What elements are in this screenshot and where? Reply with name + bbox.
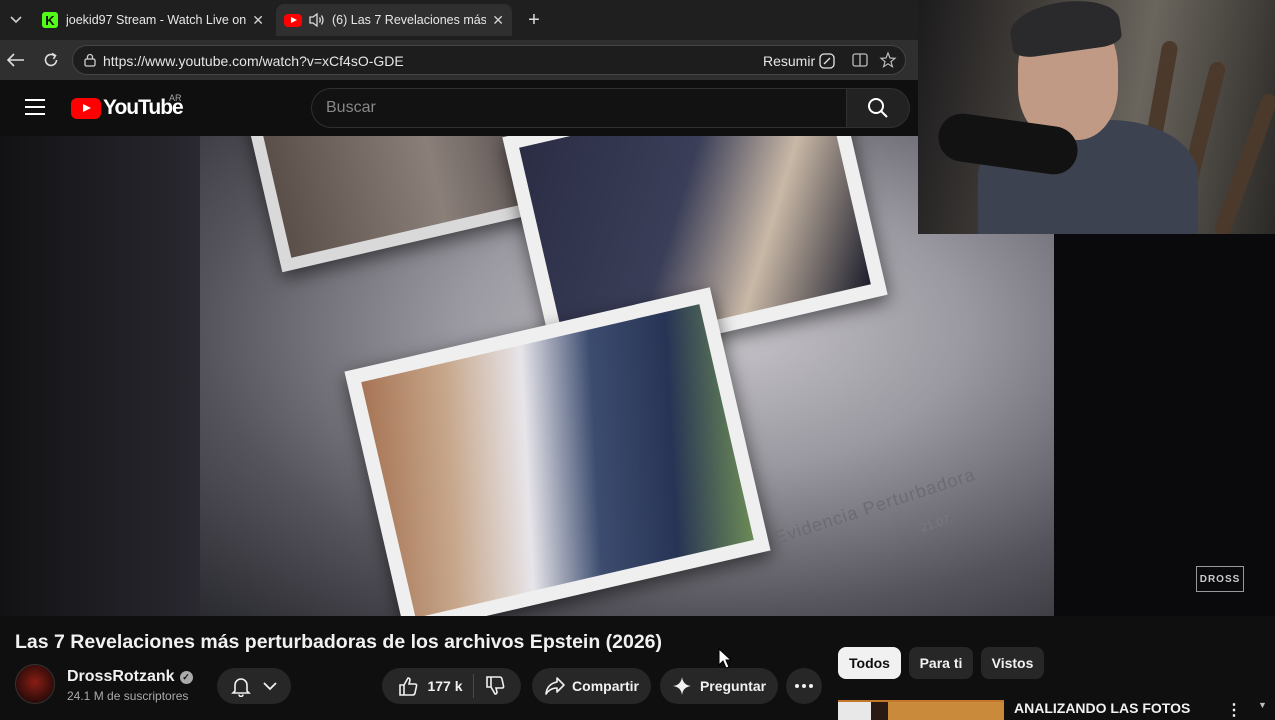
search-icon (868, 98, 888, 118)
share-arrow-icon (545, 677, 565, 695)
recommendation-thumbnail[interactable] (838, 700, 1004, 720)
url-text[interactable]: https://www.youtube.com/watch?v=xCf4sO-G… (103, 53, 404, 69)
sparkle-icon (672, 677, 691, 695)
like-count[interactable]: 177 k (427, 678, 462, 694)
search-input[interactable]: Buscar (326, 99, 376, 117)
bell-icon (231, 678, 251, 697)
channel-name[interactable]: DrossRotzank ✓ (67, 668, 193, 686)
browser-address-bar: https://www.youtube.com/watch?v=xCf4sO-G… (0, 40, 918, 80)
verified-check-icon: ✓ (179, 670, 193, 684)
youtube-header: YouTube AR Buscar (0, 80, 918, 136)
subscriber-count: 24.1 M de suscriptores (67, 689, 189, 703)
notifications-button[interactable] (217, 668, 291, 704)
chevron-down-icon (263, 682, 277, 691)
scroll-down-arrow-icon[interactable]: ▼ (1258, 700, 1270, 712)
share-label: Compartir (572, 678, 639, 694)
channel-watermark[interactable]: DROSS (1196, 566, 1244, 592)
tab-youtube-video[interactable]: (6) Las 7 Revelaciones más perturbadoras… (276, 4, 512, 36)
reload-icon[interactable] (39, 48, 63, 72)
copilot-icon (819, 53, 835, 69)
like-divider (472, 674, 474, 698)
tab-title: joekid97 Stream - Watch Live on Kick (66, 13, 247, 27)
channel-avatar[interactable] (15, 664, 55, 704)
chip-todos[interactable]: Todos (838, 647, 901, 679)
favorite-star-icon[interactable] (879, 51, 897, 69)
mouse-cursor-icon (718, 648, 732, 669)
kick-icon: K (42, 12, 58, 28)
browser-tab-bar: K joekid97 Stream - Watch Live on Kick ✕… (0, 0, 918, 40)
photo-main (344, 287, 771, 616)
video-title: Las 7 Revelaciones más perturbadoras de … (15, 631, 663, 653)
channel-name-text[interactable]: DrossRotzank (67, 668, 175, 686)
tab-list-chevron-icon[interactable] (4, 8, 28, 32)
region-code: AR (169, 93, 182, 103)
tab-title: (6) Las 7 Revelaciones más perturbadoras… (332, 13, 487, 27)
search-box[interactable]: Buscar (311, 88, 846, 128)
evidence-caption: Evidencia Perturbadora (771, 464, 978, 549)
close-tab-icon[interactable]: ✕ (252, 12, 264, 29)
like-dislike-bar: 177 k (382, 668, 521, 704)
close-tab-icon[interactable]: ✕ (492, 12, 504, 29)
back-arrow-icon[interactable] (4, 48, 28, 72)
split-screen-icon[interactable] (851, 51, 869, 69)
more-horizontal-icon (795, 684, 813, 688)
youtube-logo[interactable]: YouTube (71, 96, 184, 120)
resumir-button[interactable]: Resumir (763, 52, 836, 70)
tab-kick-stream[interactable]: K joekid97 Stream - Watch Live on Kick ✕ (34, 4, 272, 36)
dislike-thumb-icon[interactable] (484, 675, 506, 697)
resumir-label: Resumir (763, 53, 816, 69)
hamburger-menu-icon[interactable] (25, 99, 45, 115)
share-button[interactable]: Compartir (532, 668, 651, 704)
ask-label: Preguntar (699, 678, 767, 694)
evidence-date: 21.07. (918, 511, 955, 535)
youtube-icon (284, 13, 302, 27)
webcam-overlay (918, 0, 1275, 234)
site-info-icon[interactable] (83, 53, 97, 67)
chip-vistos[interactable]: Vistos (981, 647, 1044, 679)
youtube-play-icon (71, 97, 101, 119)
chip-para-ti[interactable]: Para ti (909, 647, 973, 679)
like-thumb-icon[interactable] (397, 675, 419, 697)
speaker-icon[interactable] (308, 12, 326, 28)
video-letterbox (0, 136, 200, 616)
url-bar[interactable]: https://www.youtube.com/watch?v=xCf4sO-G… (72, 45, 906, 75)
recommendation-menu-icon[interactable]: ⋮ (1226, 700, 1242, 720)
more-actions-button[interactable] (786, 668, 822, 704)
search-button[interactable] (846, 88, 910, 128)
recommendation-title[interactable]: ANALIZANDO LAS FOTOS (1014, 700, 1190, 716)
ask-ai-button[interactable]: Preguntar (660, 668, 778, 704)
new-tab-plus-icon[interactable]: + (522, 8, 546, 32)
guitar (1212, 91, 1275, 234)
